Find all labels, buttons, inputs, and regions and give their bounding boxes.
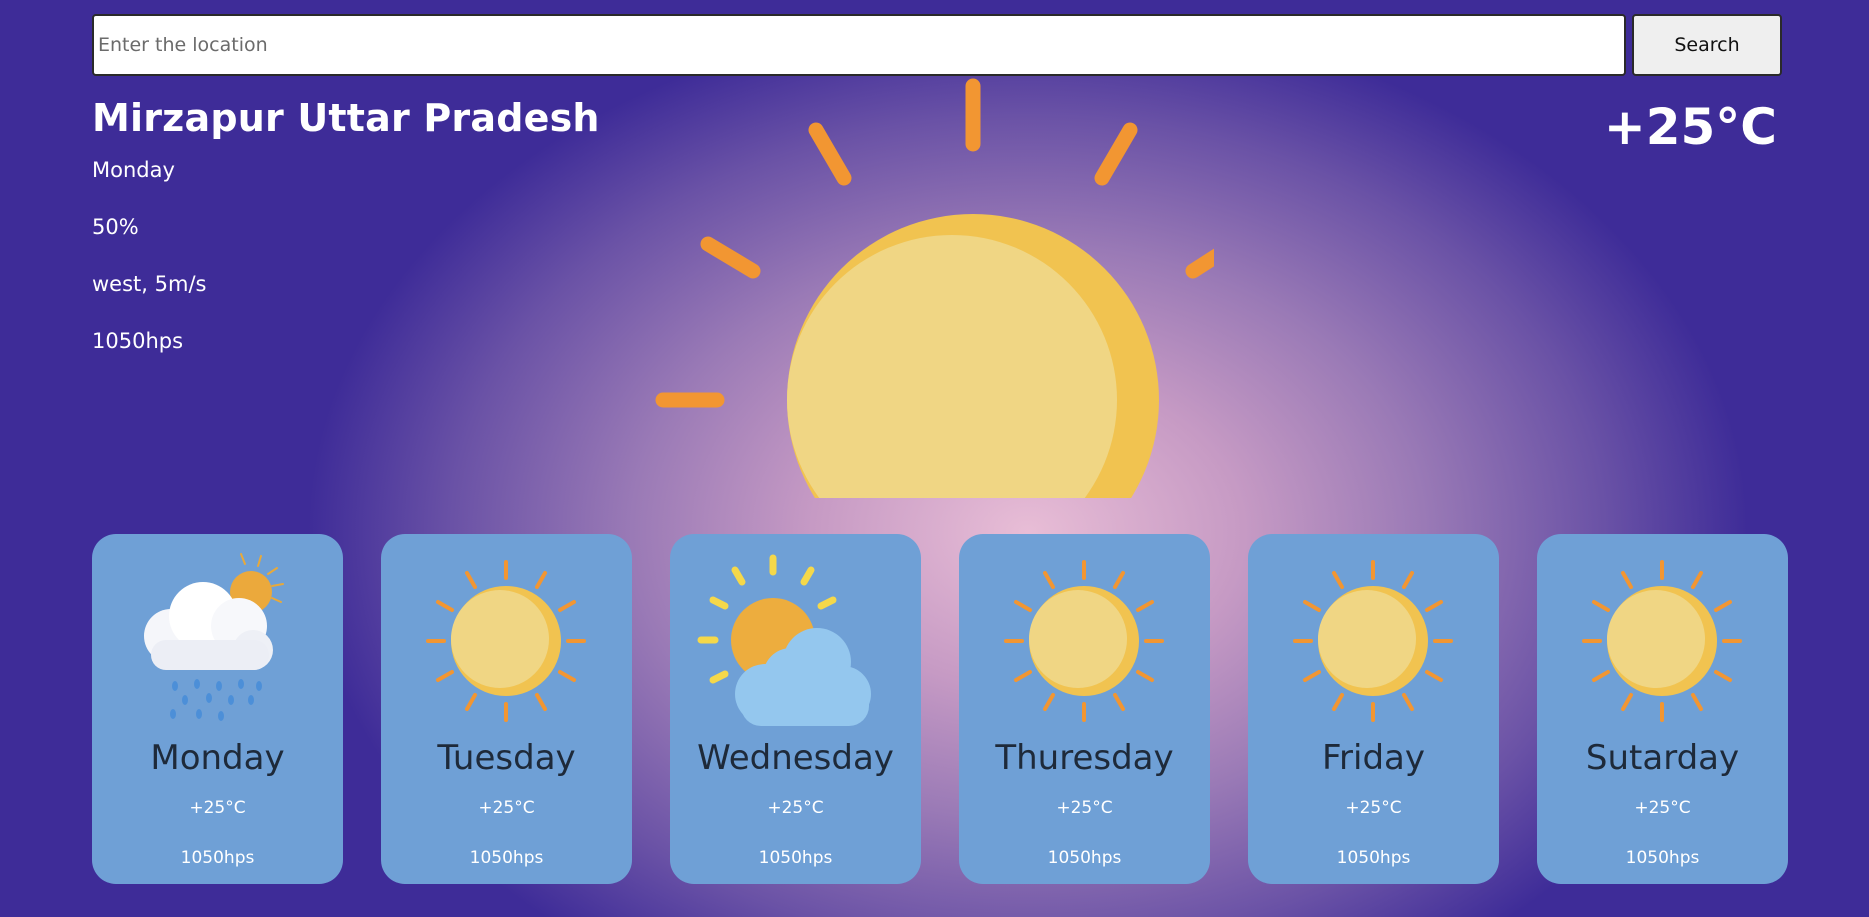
forecast-card-thuresday[interactable]: Thuresday +25°C 1050hps: [959, 534, 1210, 884]
forecast-card-sutarday[interactable]: Sutarday +25°C 1050hps: [1537, 534, 1788, 884]
search-input[interactable]: [92, 14, 1626, 76]
forecast-card-tuesday[interactable]: Tuesday +25°C 1050hps: [381, 534, 632, 884]
forecast-pressure: 1050hps: [1625, 848, 1700, 868]
search-bar: Search: [92, 14, 1782, 76]
forecast-day: Monday: [150, 738, 285, 778]
forecast-temp: +25°C: [478, 798, 535, 818]
sun-icon: [426, 560, 586, 722]
forecast-temp: +25°C: [189, 798, 246, 818]
sun-icon: [1293, 560, 1453, 722]
forecast-pressure: 1050hps: [180, 848, 255, 868]
location-title: Mirzapur Uttar Pradesh: [92, 96, 600, 140]
forecast-day: Thuresday: [995, 738, 1174, 778]
partly-cloudy-icon: [697, 554, 871, 726]
search-button[interactable]: Search: [1632, 14, 1782, 76]
sun-icon: [1582, 560, 1742, 722]
forecast-card-friday[interactable]: Friday +25°C 1050hps: [1248, 534, 1499, 884]
forecast-temp: +25°C: [767, 798, 824, 818]
forecast-temp: +25°C: [1345, 798, 1402, 818]
sun-icon: [655, 78, 1214, 498]
current-humidity: 50%: [92, 215, 139, 239]
forecast-card-wednesday[interactable]: Wednesday +25°C 1050hps: [670, 534, 921, 884]
forecast-temp: +25°C: [1056, 798, 1113, 818]
current-wind: west, 5m/s: [92, 272, 207, 296]
forecast-card-monday[interactable]: Monday +25°C 1050hps: [92, 534, 343, 884]
forecast-pressure: 1050hps: [1336, 848, 1411, 868]
forecast-list: Monday +25°C 1050hps Tuesday +25°C 1050h…: [92, 534, 1788, 884]
forecast-pressure: 1050hps: [758, 848, 833, 868]
current-day: Monday: [92, 158, 175, 182]
current-temperature: +25°C: [1603, 98, 1777, 156]
current-pressure: 1050hps: [92, 329, 184, 353]
sun-icon: [1004, 560, 1164, 722]
rain-cloud-sun-icon: [144, 553, 284, 721]
forecast-pressure: 1050hps: [1047, 848, 1122, 868]
forecast-pressure: 1050hps: [469, 848, 544, 868]
forecast-day: Friday: [1321, 738, 1426, 778]
forecast-day: Wednesday: [697, 738, 894, 778]
current-details: Monday 50% west, 5m/s 1050hps: [92, 158, 206, 386]
forecast-temp: +25°C: [1634, 798, 1691, 818]
forecast-day: Sutarday: [1585, 738, 1740, 778]
forecast-day: Tuesday: [437, 738, 576, 778]
